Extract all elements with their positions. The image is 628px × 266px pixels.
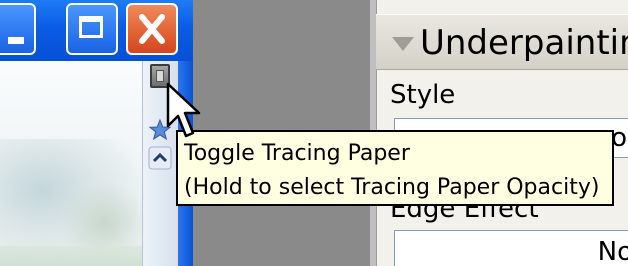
collapse-triangle-icon[interactable] (392, 37, 414, 51)
edge-effect-dropdown[interactable]: No (394, 230, 628, 266)
canvas-paint-wash (0, 246, 142, 266)
tracing-paper-tooltip: Toggle Tracing Paper (Hold to select Tra… (176, 130, 614, 206)
edge-effect-value: No (597, 237, 628, 266)
close-button[interactable] (126, 3, 178, 55)
mouse-cursor-icon (166, 82, 201, 138)
painting-canvas[interactable] (0, 61, 142, 266)
tooltip-line-2: (Hold to select Tracing Paper Opacity) (184, 175, 600, 200)
panel-header[interactable]: Underpainting (376, 14, 628, 70)
minimize-button[interactable] (0, 3, 36, 55)
maximize-icon (79, 16, 103, 38)
close-icon (139, 14, 165, 44)
panel-title: Underpainting (420, 23, 628, 63)
maximize-button[interactable] (66, 3, 118, 55)
minimize-icon (8, 37, 24, 44)
style-label: Style (390, 80, 456, 110)
chevron-up-icon[interactable] (148, 146, 172, 170)
window-titlebar[interactable] (0, 0, 193, 61)
tracing-paper-icon (156, 70, 164, 82)
tooltip-line-1: Toggle Tracing Paper (184, 141, 410, 166)
